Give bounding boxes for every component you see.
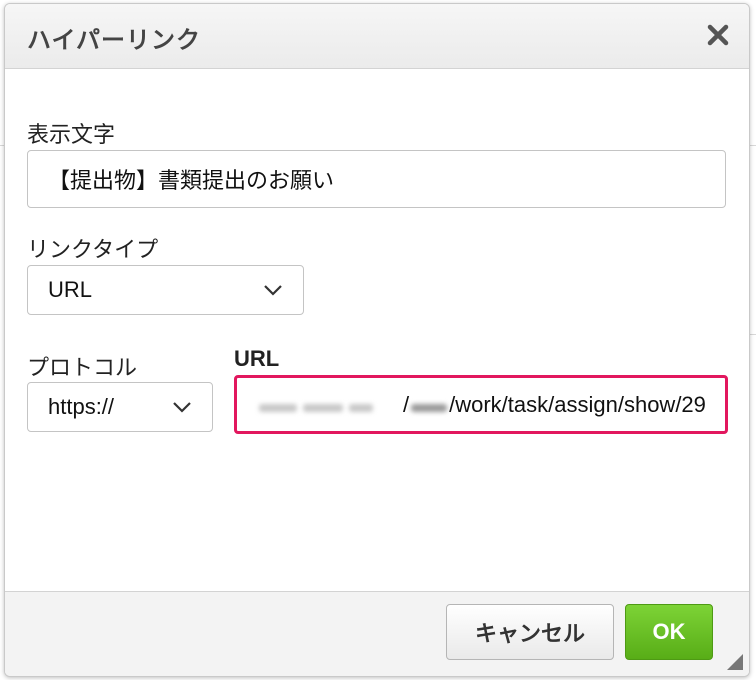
hyperlink-dialog: ハイパーリンク 表示文字 【提出物】書類提出のお願い リンクタイプ URL プロ… — [4, 3, 750, 677]
redacted-host — [259, 403, 297, 412]
protocol-selected-value: https:// — [48, 394, 115, 419]
url-label: URL — [234, 346, 280, 371]
protocol-label: プロトコル — [27, 356, 138, 381]
link-type-select[interactable]: URL — [27, 265, 304, 315]
chevron-down-icon — [264, 285, 282, 296]
url-slash: / — [403, 391, 410, 417]
url-value: /work/task/assign/show/29 — [449, 391, 706, 417]
redacted-host — [349, 403, 373, 412]
close-button[interactable] — [701, 18, 735, 52]
dialog-footer: キャンセル OK — [5, 591, 749, 676]
redacted-host — [303, 403, 343, 412]
dialog-title: ハイパーリンク — [27, 26, 202, 54]
display-text-value: 【提出物】書類提出のお願い — [48, 169, 335, 194]
resize-grip-icon[interactable] — [727, 654, 743, 670]
link-type-label: リンクタイプ — [27, 238, 159, 263]
cancel-button[interactable]: キャンセル — [446, 604, 614, 660]
dialog-titlebar[interactable]: ハイパーリンク — [5, 4, 749, 69]
close-icon — [707, 24, 729, 46]
url-input[interactable]: / /work/task/assign/show/29 — [234, 375, 728, 434]
protocol-select[interactable]: https:// — [27, 382, 213, 432]
display-text-input[interactable]: 【提出物】書類提出のお願い — [27, 150, 726, 208]
chevron-down-icon — [173, 402, 191, 413]
link-type-selected-value: URL — [48, 277, 93, 302]
display-text-label: 表示文字 — [27, 123, 116, 148]
ok-button[interactable]: OK — [625, 604, 713, 660]
redacted-path — [411, 403, 448, 412]
